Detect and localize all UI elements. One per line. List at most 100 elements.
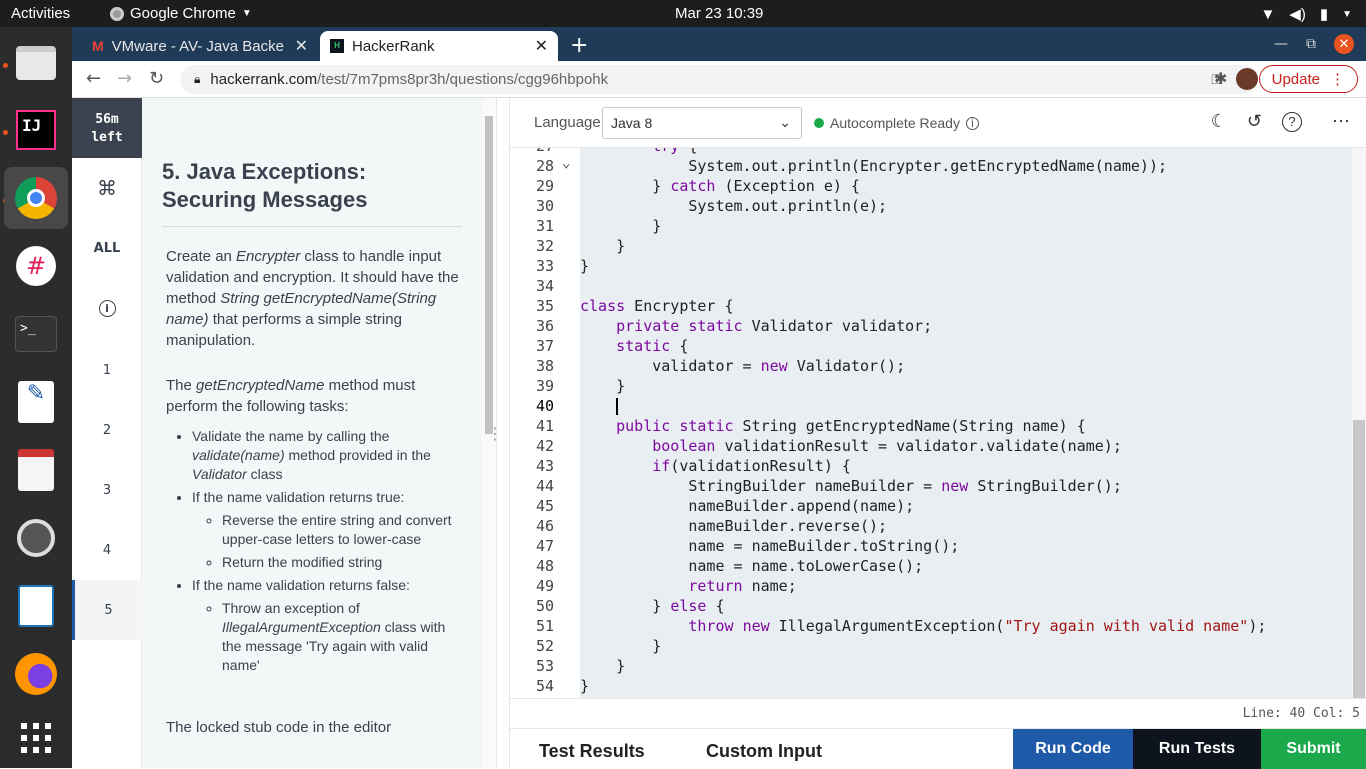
panel-resize-handle[interactable]: ⋮⋮ xyxy=(487,98,519,768)
code-editor[interactable]: 27 try {28⌄ System.out.println(Encrypter… xyxy=(510,148,1366,698)
code-line[interactable]: 53 } xyxy=(510,656,1352,676)
forward-button[interactable]: → xyxy=(117,68,132,89)
code-line[interactable]: 41 public static String getEncryptedName… xyxy=(510,416,1352,436)
clock[interactable]: Mar 23 10:39 xyxy=(675,5,763,22)
update-button[interactable]: Update ⋮ xyxy=(1258,65,1358,93)
code-line[interactable]: 32 } xyxy=(510,236,1352,256)
info-icon[interactable]: i xyxy=(965,116,979,130)
text: Create an xyxy=(166,248,237,265)
code-line[interactable]: 48 name = name.toLowerCase(); xyxy=(510,556,1352,576)
more-options-icon[interactable]: ⋯ xyxy=(1332,111,1350,132)
code-line[interactable]: 54} xyxy=(510,676,1352,696)
text: class xyxy=(246,466,283,482)
code-line[interactable]: 43 if(validationResult) { xyxy=(510,456,1352,476)
firefox-icon[interactable] xyxy=(4,643,68,705)
back-button[interactable]: ← xyxy=(86,68,101,89)
run-code-button[interactable]: Run Code xyxy=(1013,729,1133,769)
chevron-down-icon: ⌄ xyxy=(779,114,791,130)
question-3[interactable]: 3 xyxy=(72,460,142,520)
code-line[interactable]: 28 ⌄ System.out.println(Encrypter.getEncr… xyxy=(510,153,1352,176)
question-5[interactable]: 5 xyxy=(72,580,142,640)
new-tab-button[interactable]: + xyxy=(570,33,588,58)
maximize-button[interactable]: ⧉ xyxy=(1306,36,1316,52)
app-grid-icon[interactable] xyxy=(4,707,68,769)
scrollbar-thumb[interactable] xyxy=(485,116,493,434)
document-viewer-icon[interactable] xyxy=(4,439,68,501)
code-line[interactable]: 39 } xyxy=(510,376,1352,396)
activities-button[interactable]: Activities xyxy=(11,5,70,22)
code-line[interactable]: 47 name = nameBuilder.toString(); xyxy=(510,536,1352,556)
code-line[interactable]: 51 throw new IllegalArgumentException("T… xyxy=(510,616,1352,636)
tab-title: VMware - AV- Java Backen xyxy=(111,37,284,55)
system-tray[interactable]: ▼ ◀) ▮ ▼ xyxy=(1260,5,1352,24)
list-item: If the name validation returns false: Th… xyxy=(192,576,466,675)
text-editor-icon[interactable]: ✎ xyxy=(4,371,68,433)
text: method provided in the xyxy=(284,447,431,463)
reload-button[interactable]: ↻ xyxy=(149,68,164,89)
line-number: 47 xyxy=(535,537,554,555)
scrollbar-thumb[interactable] xyxy=(1353,420,1365,698)
code-line[interactable]: 50 } else { xyxy=(510,596,1352,616)
url-path: /test/7m7pms8pr3h/questions/cgg96hbpohk xyxy=(317,71,609,88)
code-line[interactable]: 27 try { xyxy=(510,148,1352,156)
text: validate(name) xyxy=(192,447,285,463)
help-icon[interactable]: ? xyxy=(1282,111,1302,132)
code-text: name = nameBuilder.toString(); xyxy=(580,537,960,555)
question-2[interactable]: 2 xyxy=(72,400,142,460)
command-icon[interactable]: ⌘ xyxy=(72,158,142,218)
submit-button[interactable]: Submit xyxy=(1261,729,1366,769)
code-line[interactable]: 37 static { xyxy=(510,336,1352,356)
url-domain: hackerrank.com xyxy=(210,71,318,88)
code-line[interactable]: 34 xyxy=(510,276,1352,296)
code-line[interactable]: 31 } xyxy=(510,216,1352,236)
question-4[interactable]: 4 xyxy=(72,520,142,580)
code-line[interactable]: 46 nameBuilder.reverse(); xyxy=(510,516,1352,536)
tab-vmware[interactable]: M VMware - AV- Java Backen ✕ xyxy=(82,31,318,61)
code-line[interactable]: 52 } xyxy=(510,636,1352,656)
image-viewer-icon[interactable] xyxy=(4,507,68,569)
code-line[interactable]: 30 System.out.println(e); xyxy=(510,196,1352,216)
close-tab-icon[interactable]: ✕ xyxy=(295,36,308,56)
history-icon[interactable]: ↺ xyxy=(1247,111,1262,132)
language-select[interactable]: Java 8 ⌄ xyxy=(602,107,802,139)
app-menu[interactable]: Google Chrome ▼ xyxy=(110,5,252,22)
intellij-icon[interactable]: IJ xyxy=(4,99,68,161)
timer-minutes: 56m xyxy=(95,112,119,127)
tab-custom-input[interactable]: Custom Input xyxy=(706,741,822,762)
code-line[interactable]: 42 boolean validationResult = validator.… xyxy=(510,436,1352,456)
terminal-icon[interactable]: >_ xyxy=(4,303,68,365)
extensions-icon[interactable]: ✱ xyxy=(1214,69,1227,88)
editor-scrollbar[interactable] xyxy=(1352,148,1366,698)
class-name: Encrypter xyxy=(236,248,301,265)
code-line[interactable]: 49 return name; xyxy=(510,576,1352,596)
info-icon[interactable]: i xyxy=(72,278,142,338)
code-line[interactable]: 29 } catch (Exception e) { xyxy=(510,176,1352,196)
browser-toolbar: ← → ↻ 🔒︎ hackerrank.com/test/7m7pms8pr3h… xyxy=(72,61,1366,98)
close-tab-icon[interactable]: ✕ xyxy=(535,36,548,56)
address-bar[interactable]: 🔒︎ hackerrank.com/test/7m7pms8pr3h/quest… xyxy=(180,65,1258,94)
code-line[interactable]: 45 nameBuilder.append(name); xyxy=(510,496,1352,516)
line-number: 27 xyxy=(510,148,554,156)
dark-mode-icon[interactable]: ☾ xyxy=(1211,111,1227,132)
method-name: getEncryptedName xyxy=(196,377,325,394)
tab-hackerrank[interactable]: H HackerRank ✕ xyxy=(320,31,558,61)
code-line[interactable]: 36 private static Validator validator; xyxy=(510,316,1352,336)
run-tests-button[interactable]: Run Tests xyxy=(1133,729,1261,769)
code-line[interactable]: 40 xyxy=(510,396,1352,416)
minimize-button[interactable]: — xyxy=(1274,36,1288,52)
slack-icon[interactable]: # xyxy=(4,235,68,297)
tab-test-results[interactable]: Test Results xyxy=(539,741,645,762)
code-line[interactable]: 33} xyxy=(510,256,1352,276)
fold-toggle-icon[interactable]: ⌄ xyxy=(562,153,570,173)
code-line[interactable]: 44 StringBuilder nameBuilder = new Strin… xyxy=(510,476,1352,496)
question-1[interactable]: 1 xyxy=(72,340,142,400)
text: If the name validation returns false: xyxy=(192,577,410,593)
chrome-dock-icon[interactable] xyxy=(4,167,68,229)
files-icon[interactable] xyxy=(4,32,68,94)
code-line[interactable]: 35 class Encrypter { xyxy=(510,296,1352,316)
all-questions-button[interactable]: ALL xyxy=(72,218,142,278)
profile-avatar[interactable] xyxy=(1236,68,1258,90)
close-window-button[interactable]: ✕ xyxy=(1334,34,1354,54)
libreoffice-writer-icon[interactable] xyxy=(4,575,68,637)
code-line[interactable]: 38 validator = new Validator(); xyxy=(510,356,1352,376)
